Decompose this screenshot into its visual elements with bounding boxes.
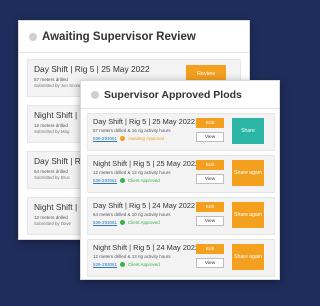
view-button[interactable]: View bbox=[196, 174, 224, 184]
status-text: Awaiting Approval bbox=[128, 136, 164, 141]
row-actions: Edit View bbox=[196, 118, 224, 146]
share-button[interactable]: Share bbox=[232, 118, 264, 144]
approved-plods-panel: Supervisor Approved Plods Day Shift | Ri… bbox=[80, 80, 280, 280]
awaiting-review-title: Awaiting Supervisor Review bbox=[42, 30, 196, 43]
edit-button[interactable]: Edit bbox=[196, 118, 224, 128]
status-text: Client Approved bbox=[128, 178, 160, 183]
check-circle-icon bbox=[120, 220, 126, 225]
edit-button[interactable]: Edit bbox=[196, 244, 224, 254]
plod-code-link[interactable]: 539-293061 bbox=[93, 136, 117, 141]
approved-row[interactable]: Night Shift | Rig 5 | 25 May 2022 12 met… bbox=[87, 155, 275, 193]
approved-row[interactable]: Night Shift | Rig 5 | 24 May 2022 12 met… bbox=[87, 239, 275, 277]
view-button[interactable]: View bbox=[196, 132, 224, 142]
share-again-button[interactable]: Share again bbox=[232, 244, 264, 270]
approved-plods-title: Supervisor Approved Plods bbox=[104, 88, 242, 101]
view-button[interactable]: View bbox=[196, 216, 224, 226]
edit-button[interactable]: Edit bbox=[196, 202, 224, 212]
approved-plods-header: Supervisor Approved Plods bbox=[81, 81, 279, 109]
approved-row[interactable]: Day Shift | Rig 5 | 25 May 2022 57 meter… bbox=[87, 113, 275, 151]
edit-button[interactable]: Edit bbox=[196, 160, 224, 170]
view-button[interactable]: View bbox=[196, 258, 224, 268]
circle-icon bbox=[91, 90, 99, 99]
row-actions: Edit View bbox=[196, 160, 224, 188]
plod-code-link[interactable]: 539-293061 bbox=[93, 178, 117, 183]
row-actions: Edit View bbox=[196, 202, 224, 230]
awaiting-review-header: Awaiting Supervisor Review bbox=[19, 21, 249, 53]
status-text: Client Approved bbox=[128, 220, 160, 225]
plod-code-link[interactable]: 539-293061 bbox=[93, 262, 117, 267]
check-circle-icon bbox=[120, 262, 126, 267]
clock-icon bbox=[120, 136, 126, 141]
share-again-button[interactable]: Share again bbox=[232, 202, 264, 228]
row-actions: Edit View bbox=[196, 244, 224, 272]
check-circle-icon bbox=[120, 178, 126, 183]
approved-row[interactable]: Day Shift | Rig 5 | 24 May 2022 64 meter… bbox=[87, 197, 275, 235]
screen: Awaiting Supervisor Review Day Shift | R… bbox=[0, 0, 306, 306]
status-text: Client Approved bbox=[128, 262, 160, 267]
circle-icon bbox=[29, 32, 37, 41]
plod-code-link[interactable]: 539-293061 bbox=[93, 220, 117, 225]
share-again-button[interactable]: Share again bbox=[232, 160, 264, 186]
